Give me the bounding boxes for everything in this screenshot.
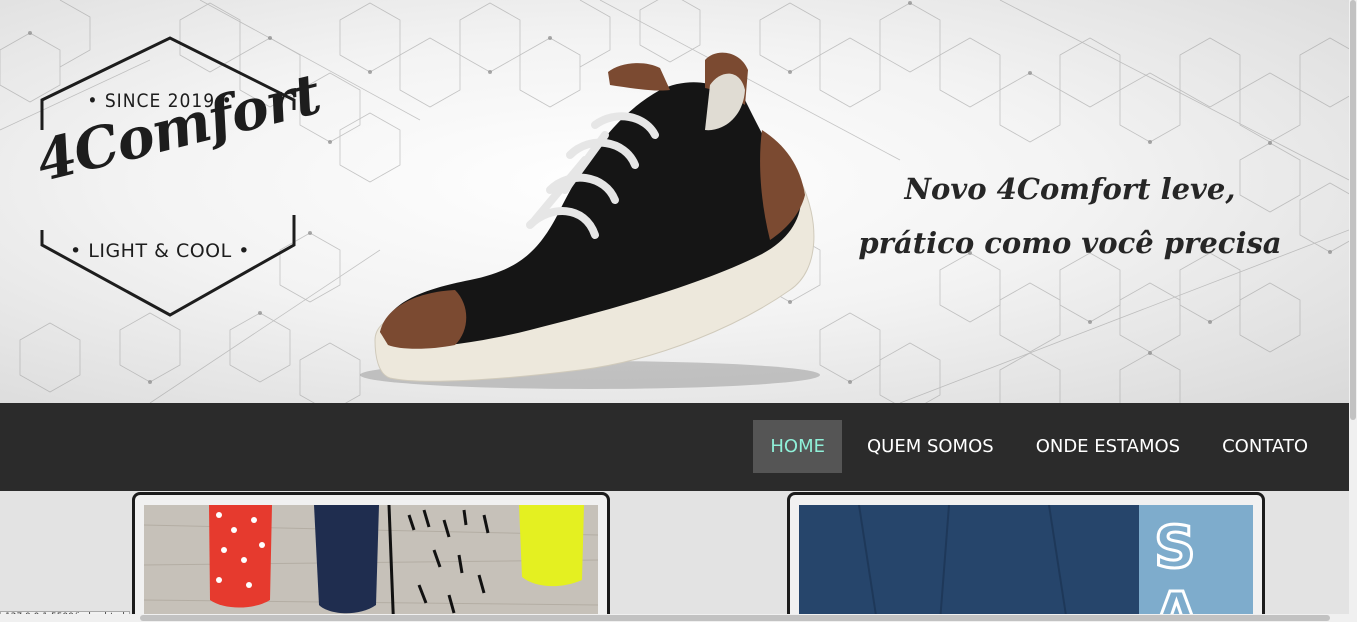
nav-item-quem-somos[interactable]: QUEM SOMOS xyxy=(850,420,1011,473)
vertical-scrollbar-thumb[interactable] xyxy=(1350,0,1356,420)
svg-text:S: S xyxy=(1154,513,1196,581)
nav-item-contato[interactable]: CONTATO xyxy=(1205,420,1325,473)
vertical-scrollbar[interactable] xyxy=(1349,0,1357,622)
hero-banner: • SINCE 2019 • 4Comfort • LIGHT & COOL • xyxy=(0,0,1349,403)
page: • SINCE 2019 • 4Comfort • LIGHT & COOL • xyxy=(0,0,1357,622)
brand-logo[interactable]: • SINCE 2019 • 4Comfort • LIGHT & COOL • xyxy=(30,30,326,330)
hero-headline-line2: prático como você precisa xyxy=(858,226,1282,260)
card-image-colorful-pants xyxy=(144,505,598,622)
logo-tagline-text: • LIGHT & COOL • xyxy=(70,240,250,262)
content-section: S A xyxy=(0,491,1349,622)
hero-headline: Novo 4Comfort leve, prático como você pr… xyxy=(830,162,1310,270)
product-card-left[interactable] xyxy=(132,492,610,622)
nav-item-home[interactable]: HOME xyxy=(753,420,842,473)
horizontal-scrollbar[interactable] xyxy=(0,614,1349,622)
nav-item-onde-estamos[interactable]: ONDE ESTAMOS xyxy=(1019,420,1197,473)
product-card-right[interactable]: S A xyxy=(787,492,1265,622)
sneaker-product-image xyxy=(360,52,820,389)
horizontal-scrollbar-thumb[interactable] xyxy=(140,615,1330,621)
nav-menu: HOME QUEM SOMOS ONDE ESTAMOS CONTATO xyxy=(745,420,1325,473)
main-navbar: HOME QUEM SOMOS ONDE ESTAMOS CONTATO xyxy=(0,403,1349,491)
hero-headline-line1: Novo 4Comfort leve, xyxy=(904,172,1236,206)
card-image-jeans-sale: S A xyxy=(799,505,1253,622)
